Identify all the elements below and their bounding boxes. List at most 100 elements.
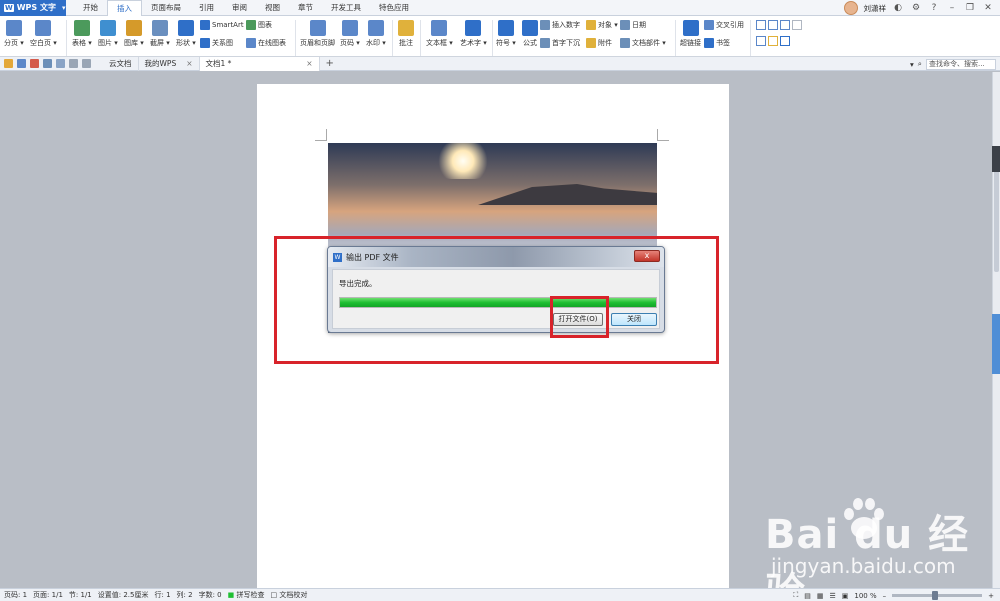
symbol-button[interactable]: 符号 ▾ <box>496 20 516 48</box>
bookmark-label: 书签 <box>716 39 730 47</box>
tab-references[interactable]: 引用 <box>190 0 223 16</box>
relation-button[interactable]: 关系图 <box>200 38 233 48</box>
ribbon-view-toggle-icon[interactable] <box>780 20 790 30</box>
help-icon[interactable]: ? <box>928 2 940 14</box>
smartart-button[interactable]: SmartArt <box>200 20 244 30</box>
new-tab-plus-icon[interactable]: + <box>326 58 334 69</box>
skin-icon[interactable]: ◐ <box>892 2 904 14</box>
doc-parts-button[interactable]: 文档部件 ▾ <box>620 38 666 48</box>
doc-tab-cloud[interactable]: 云文档 <box>103 56 139 71</box>
page-view-icon[interactable]: ▤ <box>804 592 811 600</box>
minimize-button[interactable]: – <box>946 2 958 14</box>
textbox-button[interactable]: 文本框 ▾ <box>426 20 453 48</box>
tab-review[interactable]: 审阅 <box>223 0 256 16</box>
bookmark-button[interactable]: 书签 <box>704 38 730 48</box>
break-button[interactable]: 分页 ▾ <box>4 20 24 48</box>
insert-number-button[interactable]: 插入数字 <box>540 20 580 30</box>
gallery-button[interactable]: 图库 ▾ <box>124 20 144 48</box>
status-pages[interactable]: 页面: 1/1 <box>33 590 63 600</box>
tab-insert[interactable]: 插入 <box>107 0 142 16</box>
shape-button[interactable]: 形状 ▾ <box>176 20 196 48</box>
zoom-out-button[interactable]: – <box>883 592 887 600</box>
status-words[interactable]: 字数: 0 <box>199 590 222 600</box>
close-icon[interactable]: × <box>306 59 312 68</box>
comment-icon <box>398 20 414 36</box>
header-footer-button[interactable]: 页眉和页脚 <box>300 20 335 48</box>
formula-button[interactable]: 公式 <box>522 20 538 48</box>
wordart-button[interactable]: 艺术字 ▾ <box>460 20 487 48</box>
save-icon[interactable] <box>17 59 26 68</box>
table-icon <box>73 20 90 36</box>
object-button[interactable]: 对象 ▾ <box>586 20 618 30</box>
tab-view[interactable]: 视图 <box>256 0 289 16</box>
chart-button[interactable]: 图表 <box>246 20 272 30</box>
doc-tab-document1[interactable]: 文档1 * × <box>199 56 320 71</box>
tab-chapter[interactable]: 章节 <box>289 0 322 16</box>
doc-tab-mywps[interactable]: 我的WPS × <box>139 56 200 71</box>
gear-icon[interactable]: ⚙ <box>910 2 922 14</box>
page-number-button[interactable]: 页码 ▾ <box>340 20 360 48</box>
screenshot-button[interactable]: 截屏 ▾ <box>150 20 170 48</box>
app-menu-button[interactable]: W WPS 文字 ▾ <box>0 0 66 16</box>
ribbon-view-toggle-icon[interactable] <box>792 20 802 30</box>
attachment-button[interactable]: 附件 <box>586 38 612 48</box>
tab-home[interactable]: 开始 <box>74 0 107 16</box>
header-footer-icon <box>309 20 326 36</box>
close-window-button[interactable]: ✕ <box>982 2 994 14</box>
ribbon-view-toggle-icon[interactable] <box>768 36 778 46</box>
tab-developer[interactable]: 开发工具 <box>322 0 370 16</box>
attachment-label: 附件 <box>598 39 612 47</box>
reading-view-icon[interactable]: ▣ <box>842 592 849 600</box>
drop-cap-label: 首字下沉 <box>552 39 580 47</box>
table-button[interactable]: 表格 ▾ <box>72 20 92 48</box>
wps-logo-icon: W <box>4 3 14 12</box>
date-label: 日期 <box>632 21 646 29</box>
tab-page-layout[interactable]: 页面布局 <box>142 0 190 16</box>
picture-button[interactable]: 图片 ▾ <box>98 20 118 48</box>
zoom-level[interactable]: 100 % <box>854 592 876 600</box>
print-icon[interactable] <box>43 59 52 68</box>
restore-button[interactable]: ❐ <box>964 2 976 14</box>
ribbon-view-toggle-icon[interactable] <box>756 36 766 46</box>
watermark-button[interactable]: 水印 ▾ <box>366 20 386 48</box>
cross-reference-button[interactable]: 交叉引用 <box>704 20 744 30</box>
comment-button[interactable]: 批注 <box>398 20 414 48</box>
spellcheck-toggle[interactable]: ■ 拼写检查 <box>228 590 265 600</box>
web-view-icon[interactable]: ▦ <box>817 592 824 600</box>
online-chart-button[interactable]: 在线图表 <box>246 38 286 48</box>
tab-special[interactable]: 特色应用 <box>370 0 418 16</box>
spellcheck-label: 拼写检查 <box>236 591 265 599</box>
hyperlink-label: 超链接 <box>680 39 701 47</box>
date-button[interactable]: 日期 <box>620 20 646 30</box>
close-icon[interactable]: × <box>186 59 192 68</box>
zoom-in-button[interactable]: + <box>988 592 994 600</box>
zoom-slider-knob[interactable] <box>932 591 939 600</box>
preview-icon[interactable] <box>56 59 65 68</box>
user-name[interactable]: 刘潇祥 <box>864 3 887 14</box>
blank-page-button[interactable]: 空白页 ▾ <box>30 20 57 48</box>
side-panel-expand[interactable] <box>992 314 1000 374</box>
baidu-jingyan-watermark: Bai du 经验 jingyan.baidu.com <box>765 492 995 601</box>
avatar[interactable] <box>843 1 858 15</box>
pdf-icon[interactable] <box>30 59 39 68</box>
open-icon[interactable] <box>4 59 13 68</box>
ribbon-view-toggle-icon[interactable] <box>768 20 778 30</box>
ribbon-view-toggle-icon[interactable] <box>780 36 790 46</box>
ribbon-insert: 分页 ▾ 空白页 ▾ 表格 ▾ 图片 ▾ 图库 ▾ 截屏 ▾ 形状 ▾ 页眉和页脚 页码 ▾ 水印… <box>0 16 1000 57</box>
hyperlink-button[interactable]: 超链接 <box>680 20 701 48</box>
ribbon-divider <box>392 20 393 56</box>
watermark-brand: Bai du 经验 <box>765 512 970 601</box>
fullscreen-icon[interactable]: ⛶ <box>793 591 798 600</box>
outline-view-icon[interactable]: ☰ <box>829 592 835 600</box>
search-input[interactable]: 查找命令、搜索... <box>926 58 996 70</box>
zoom-slider[interactable] <box>892 591 983 600</box>
ribbon-view-toggle-icon[interactable] <box>756 20 766 30</box>
proofread-toggle[interactable]: □ 文档校对 <box>270 590 307 600</box>
collapse-icon[interactable]: ▾ <box>910 60 914 69</box>
side-panel-toggle[interactable] <box>992 146 1000 172</box>
drop-cap-button[interactable]: 首字下沉 <box>540 38 580 48</box>
redo-icon[interactable] <box>82 59 91 68</box>
wordart-label: 艺术字 ▾ <box>460 39 487 47</box>
insert-number-label: 插入数字 <box>552 21 580 29</box>
undo-icon[interactable] <box>69 59 78 68</box>
